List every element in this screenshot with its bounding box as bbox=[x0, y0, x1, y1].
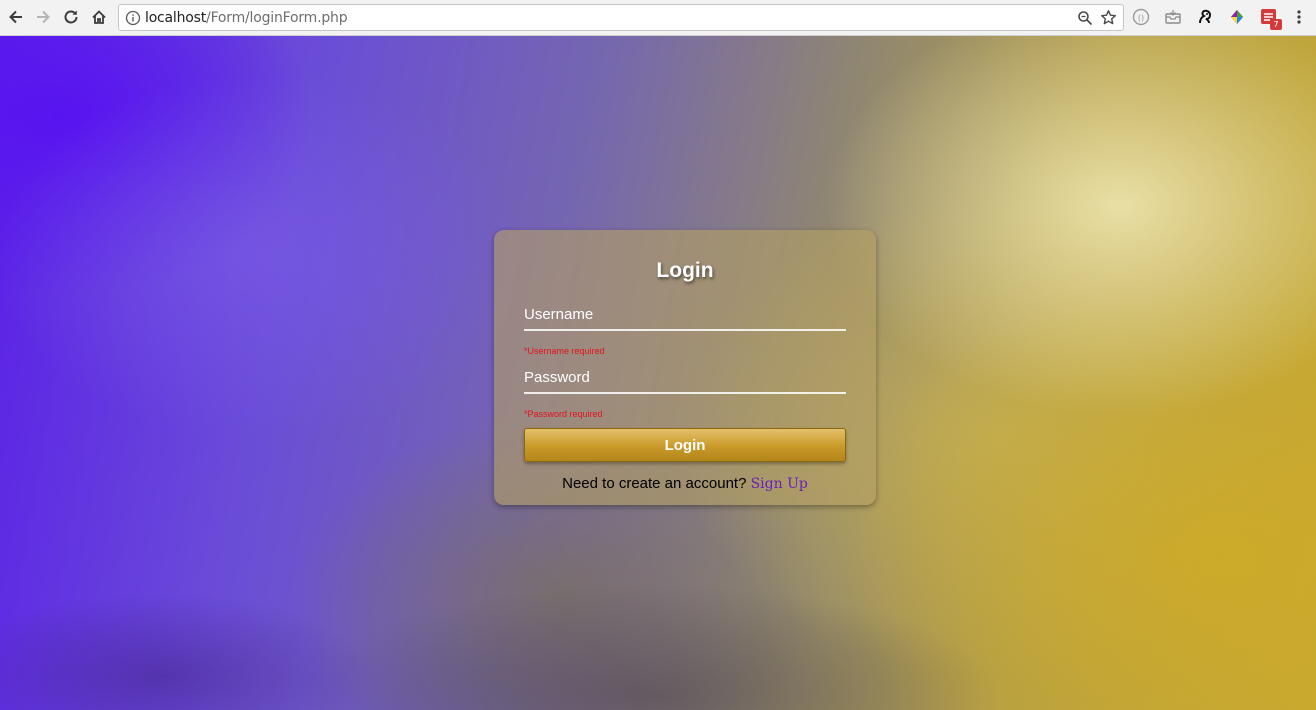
back-arrow-icon[interactable] bbox=[4, 5, 28, 29]
password-error: *Password required bbox=[524, 409, 603, 419]
username-input[interactable] bbox=[524, 299, 846, 331]
login-card: Login *Username required *Password requi… bbox=[494, 230, 876, 505]
login-button[interactable]: Login bbox=[524, 428, 846, 462]
svg-text:(): () bbox=[1138, 14, 1144, 23]
signup-link[interactable]: Sign Up bbox=[751, 476, 808, 492]
address-bar[interactable]: localhost/Form/loginForm.php bbox=[118, 4, 1124, 31]
reload-icon[interactable] bbox=[59, 5, 83, 29]
extension-badge: 7 bbox=[1270, 19, 1282, 30]
forward-arrow-icon[interactable] bbox=[31, 5, 55, 29]
extension-icon[interactable]: () bbox=[1132, 8, 1150, 26]
extension-icon[interactable] bbox=[1164, 8, 1182, 26]
extension-icon[interactable] bbox=[1196, 8, 1214, 26]
url-path: /Form/loginForm.php bbox=[206, 10, 348, 26]
menu-icon[interactable] bbox=[1290, 8, 1308, 26]
home-icon[interactable] bbox=[87, 5, 111, 29]
info-icon[interactable] bbox=[125, 10, 141, 26]
browser-toolbar: localhost/Form/loginForm.php () 7 bbox=[0, 0, 1316, 36]
url-host: localhost bbox=[145, 10, 207, 26]
login-title: Login bbox=[656, 259, 714, 282]
signup-line: Need to create an account? Sign Up bbox=[494, 475, 876, 492]
extension-icon[interactable] bbox=[1228, 8, 1246, 26]
url-text: localhost/Form/loginForm.php bbox=[145, 10, 348, 26]
signup-prompt: Need to create an account? bbox=[562, 475, 747, 492]
page-background: Login *Username required *Password requi… bbox=[0, 36, 1316, 710]
username-error: *Username required bbox=[524, 346, 605, 356]
password-input[interactable] bbox=[524, 362, 846, 394]
star-icon[interactable] bbox=[1100, 9, 1117, 26]
zoom-icon[interactable] bbox=[1077, 10, 1093, 26]
